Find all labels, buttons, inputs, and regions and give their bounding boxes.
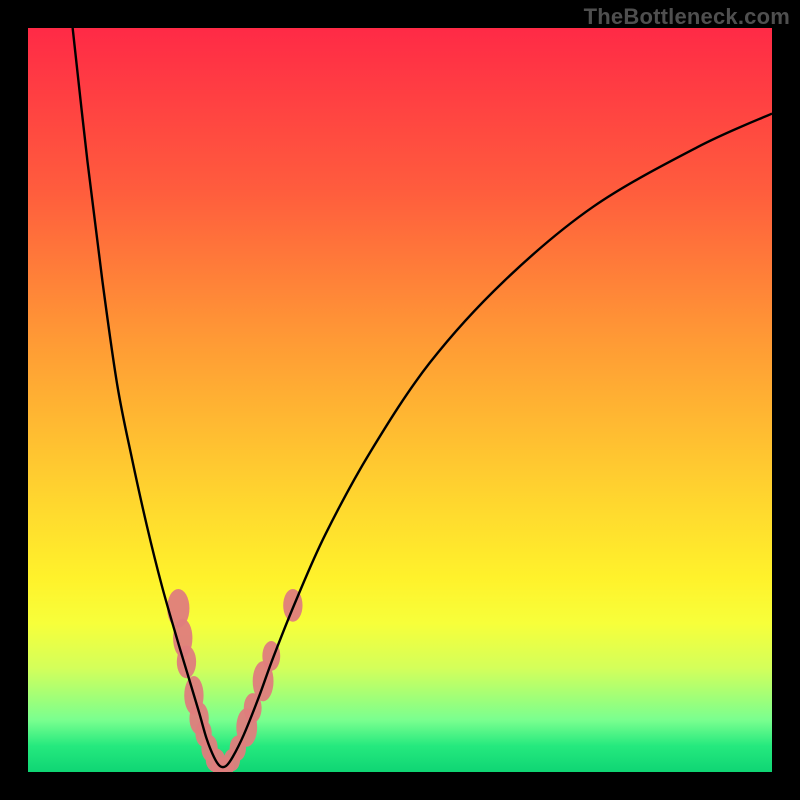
- plot-area: [28, 28, 772, 772]
- chart-frame: TheBottleneck.com: [0, 0, 800, 800]
- gradient-background: [28, 28, 772, 772]
- watermark-text: TheBottleneck.com: [584, 4, 790, 30]
